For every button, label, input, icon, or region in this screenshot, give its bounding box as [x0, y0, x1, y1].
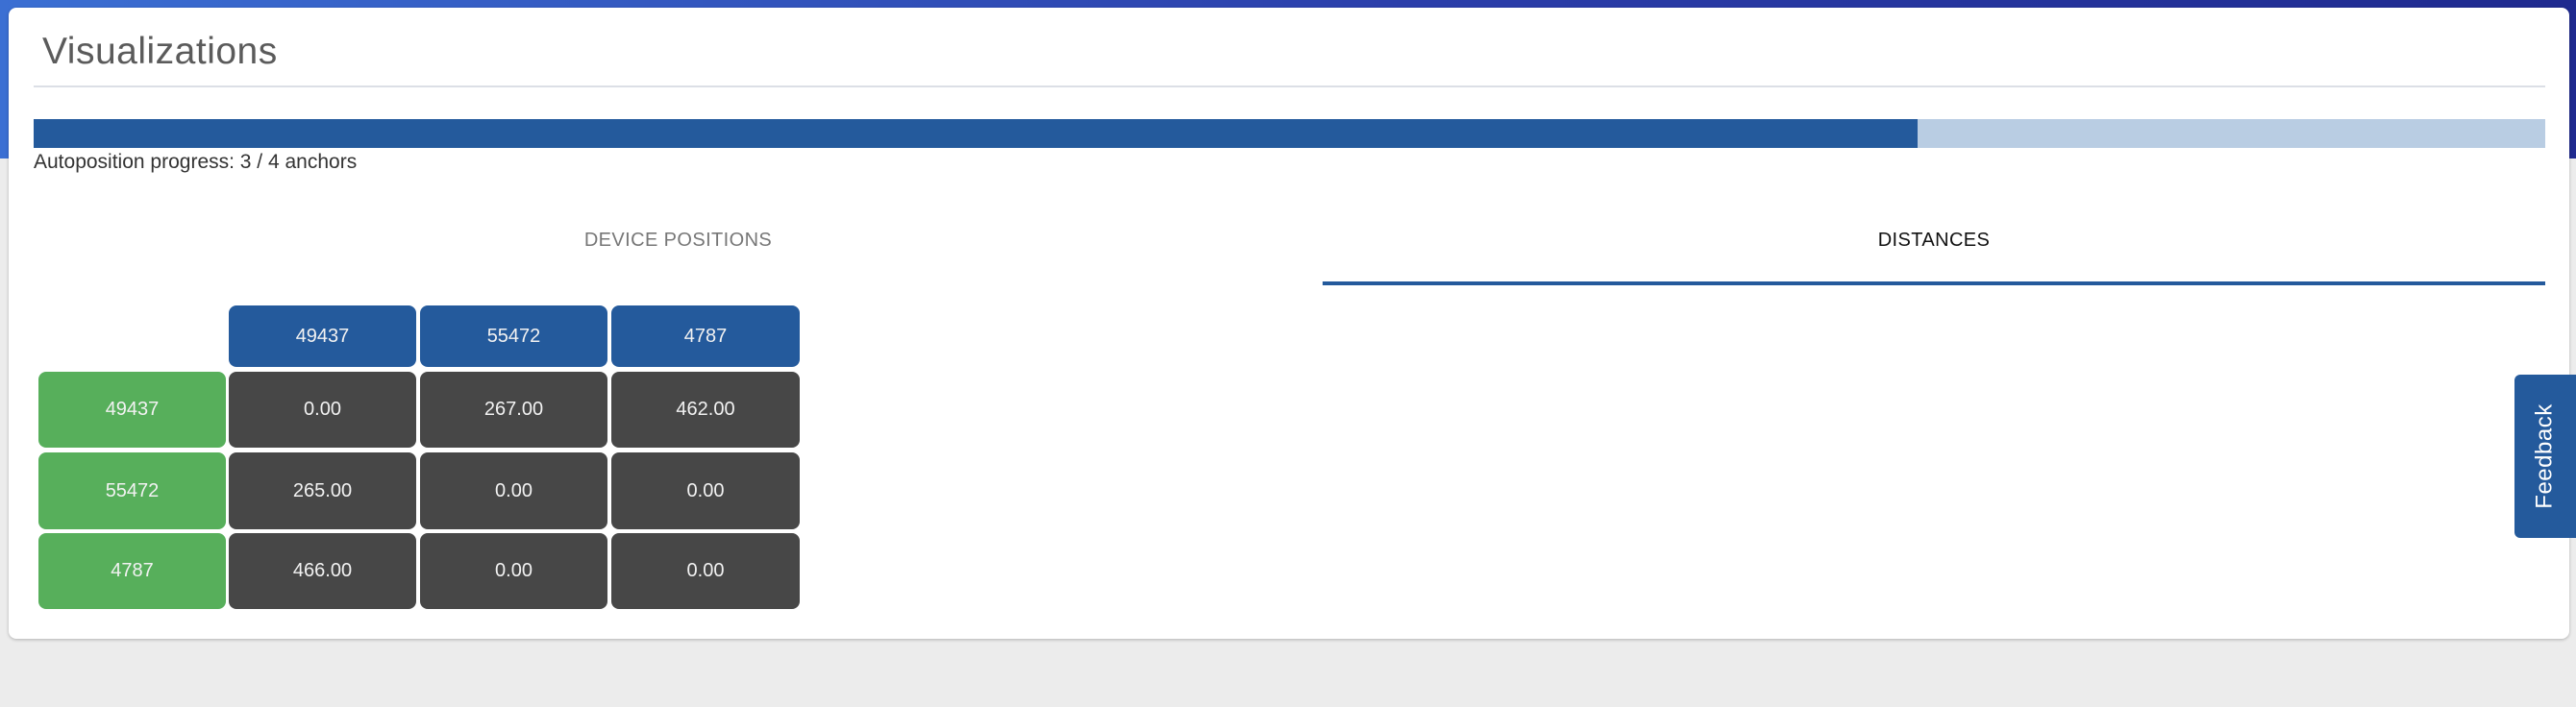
tab-device-positions[interactable]: DEVICE POSITIONS — [34, 202, 1323, 279]
active-tab-indicator — [1323, 281, 2545, 285]
autoposition-progress-bar — [34, 119, 2545, 148]
matrix-distance-cell: 265.00 — [229, 452, 416, 529]
title-divider — [34, 85, 2545, 87]
matrix-distance-cell: 462.00 — [611, 372, 800, 448]
matrix-distance-cell: 0.00 — [611, 533, 800, 609]
autoposition-progress-text: Autoposition progress: 3 / 4 anchors — [34, 151, 358, 173]
matrix-distance-cell: 0.00 — [420, 533, 607, 609]
matrix-distance-cell: 0.00 — [229, 372, 416, 448]
page-title: Visualizations — [42, 31, 278, 72]
matrix-distance-cell: 0.00 — [420, 452, 607, 529]
matrix-column-header: 55472 — [420, 305, 607, 367]
matrix-distance-cell: 466.00 — [229, 533, 416, 609]
matrix-row-header: 55472 — [38, 452, 226, 529]
autoposition-progress-fill — [34, 119, 1918, 148]
matrix-distance-cell: 0.00 — [611, 452, 800, 529]
matrix-column-header: 4787 — [611, 305, 800, 367]
tab-distances[interactable]: DISTANCES — [1323, 202, 2545, 279]
matrix-distance-cell: 267.00 — [420, 372, 607, 448]
matrix-row-header: 4787 — [38, 533, 226, 609]
matrix-column-header: 49437 — [229, 305, 416, 367]
feedback-label: Feedback — [2532, 403, 2558, 509]
feedback-button[interactable]: Feedback — [2514, 375, 2576, 538]
matrix-row-header: 49437 — [38, 372, 226, 448]
